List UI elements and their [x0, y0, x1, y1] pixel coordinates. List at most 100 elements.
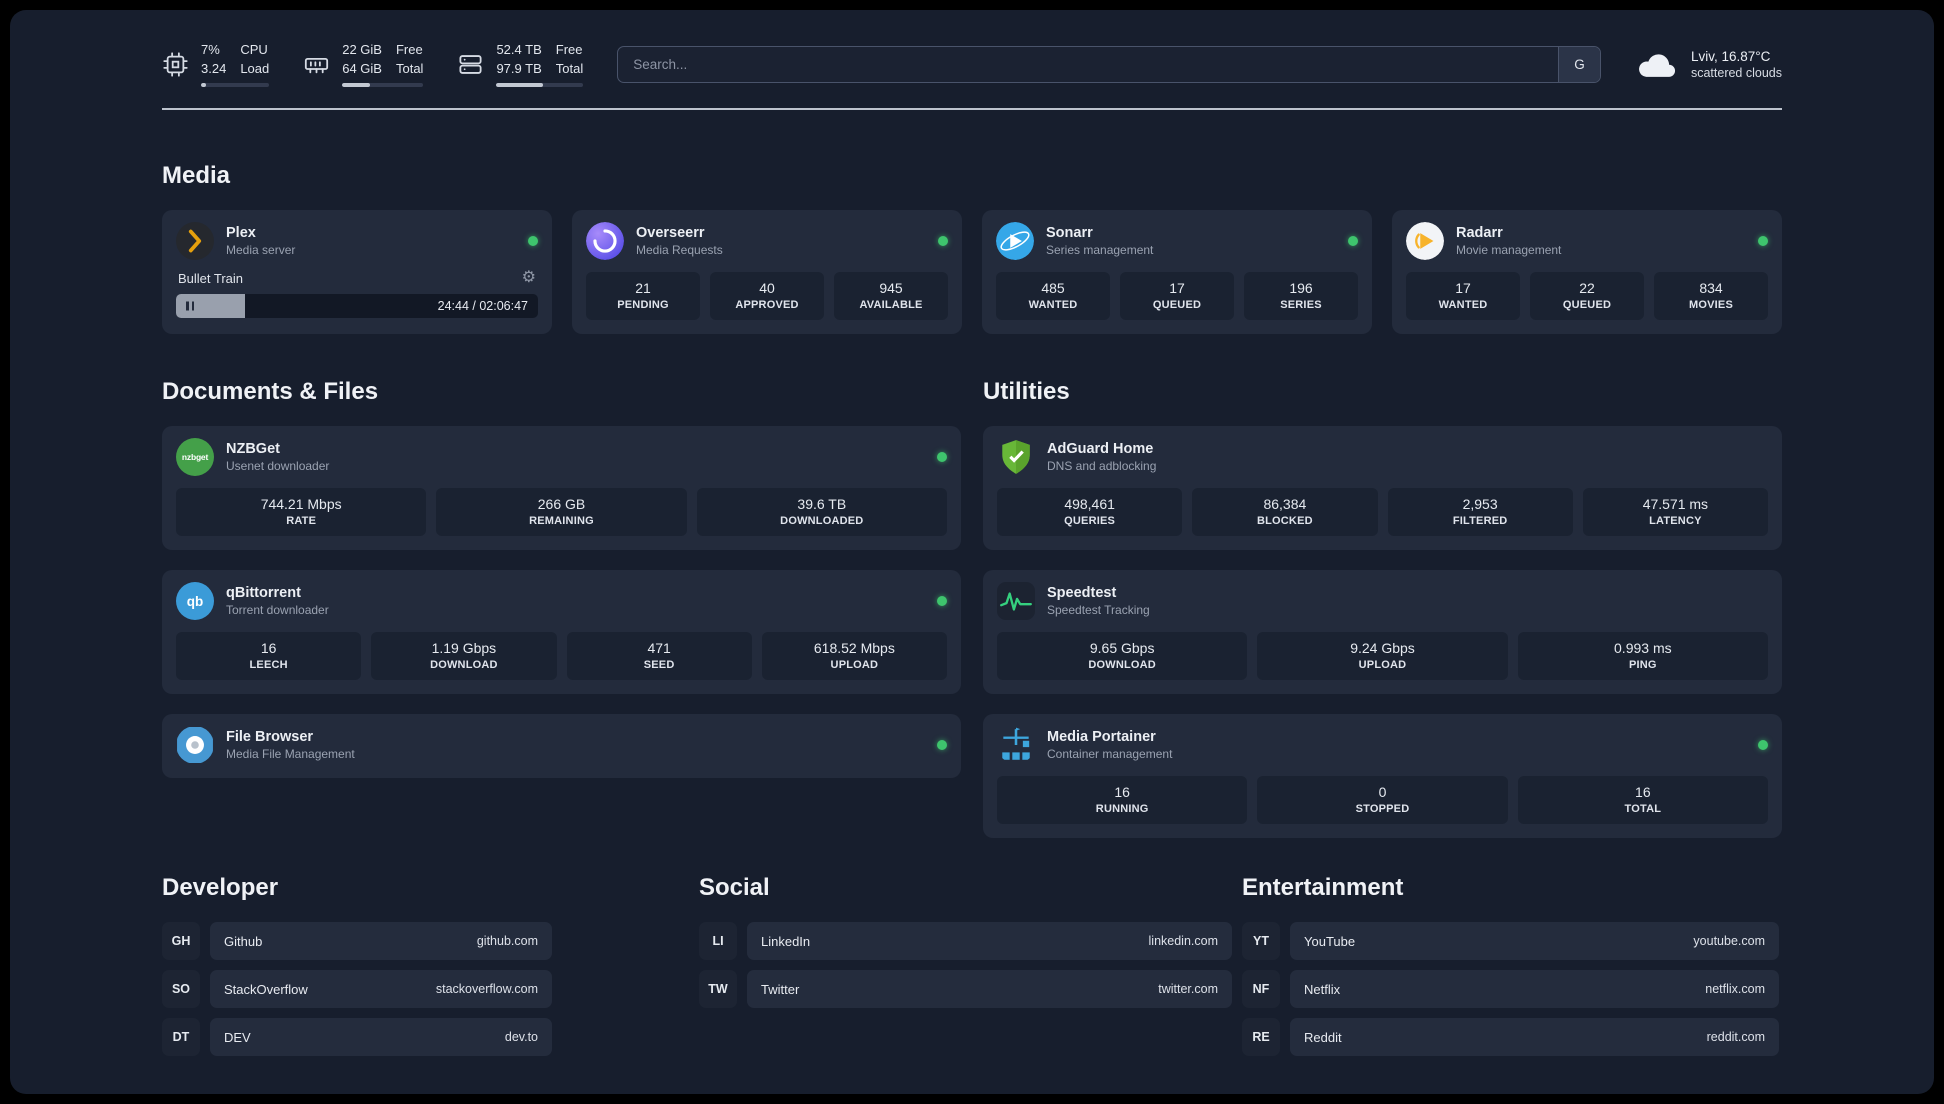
disk-free: 52.4 TB	[496, 42, 542, 58]
bookmark-youtube[interactable]: YT YouTube youtube.com	[1242, 922, 1779, 960]
stat-tile: 498,461 QUERIES	[997, 488, 1183, 536]
section-title-utilities: Utilities	[983, 378, 1070, 405]
stat-tile: 471 SEED	[566, 632, 752, 680]
bookmark-linkedin[interactable]: LI LinkedIn linkedin.com	[699, 922, 1232, 960]
app-subtitle: Speedtest Tracking	[1047, 603, 1150, 617]
settings-gear-icon[interactable]: ⚙	[522, 270, 536, 286]
stat-tile: 0 STOPPED	[1257, 776, 1508, 824]
app-subtitle: Usenet downloader	[226, 459, 330, 473]
section-title-entertainment: Entertainment	[1242, 874, 1404, 901]
stat-tile: 9.24 Gbps UPLOAD	[1257, 632, 1508, 680]
stat-tile: 22 QUEUED	[1530, 272, 1644, 320]
playback-time: 24:44 / 02:06:47	[437, 299, 528, 313]
app-card-portainer[interactable]: Media Portainer Container management 16 R…	[983, 714, 1782, 838]
stat-tile: 9.65 Gbps DOWNLOAD	[997, 632, 1248, 680]
now-playing-widget: Bullet Train ⚙ 24:44 / 02:06:47	[176, 270, 538, 318]
sonarr-icon	[996, 222, 1034, 260]
stat-tile: 21 PENDING	[586, 272, 700, 320]
pause-icon[interactable]	[186, 301, 194, 311]
status-dot	[937, 740, 947, 750]
app-subtitle: Media Requests	[636, 243, 723, 257]
bookmarks-social: Social LI LinkedIn linkedin.com TW Twitte…	[699, 874, 1232, 1018]
cloud-icon	[1635, 47, 1679, 81]
app-card-adguard[interactable]: AdGuard Home DNS and adblocking 498,461 Q…	[983, 426, 1782, 550]
bookmark-stackoverflow[interactable]: SO StackOverflow stackoverflow.com	[162, 970, 552, 1008]
app-subtitle: Series management	[1046, 243, 1154, 257]
screen: 7% 3.24 CPU Load 22 GiB 64 GiB Free Tota…	[0, 0, 1944, 1104]
bookmarks-entertainment: Entertainment YT YouTube youtube.com NF N…	[1242, 874, 1779, 1066]
netflix-icon: NF	[1242, 970, 1280, 1008]
status-dot	[528, 236, 538, 246]
app-name: Overseerr	[636, 225, 705, 241]
app-subtitle: Movie management	[1456, 243, 1562, 257]
app-name: Sonarr	[1046, 225, 1093, 241]
adguard-icon	[997, 438, 1035, 476]
bookmark-netflix[interactable]: NF Netflix netflix.com	[1242, 970, 1779, 1008]
cpu-icon	[162, 51, 189, 78]
app-card-filebrowser[interactable]: File Browser Media File Management	[162, 714, 961, 778]
app-card-nzbget[interactable]: nzbget NZBGet Usenet downloader 744.21 M…	[162, 426, 961, 550]
ram-total: 64 GiB	[342, 60, 382, 76]
cpu-usage-widget: 7% 3.24 CPU Load	[162, 41, 270, 87]
stat-tile: 834 MOVIES	[1654, 272, 1768, 320]
app-name: File Browser	[226, 729, 314, 745]
stat-tile: 1.19 Gbps DOWNLOAD	[371, 632, 557, 680]
app-card-sonarr[interactable]: Sonarr Series management 485 WANTED 17 QUE…	[982, 210, 1372, 334]
reddit-icon: RE	[1242, 1018, 1280, 1056]
search-bar: G	[617, 45, 1601, 83]
cpu-label2: Load	[240, 60, 270, 76]
search-input[interactable]	[618, 46, 1558, 82]
disk-usage-widget: 52.4 TB 97.9 TB Free Total	[457, 41, 584, 87]
search-engine-button[interactable]: G	[1557, 46, 1600, 82]
speedtest-icon	[997, 582, 1035, 620]
bookmark-twitter[interactable]: TW Twitter twitter.com	[699, 970, 1232, 1008]
disk-total: 97.9 TB	[496, 60, 542, 76]
stat-tile: 16 LEECH	[176, 632, 362, 680]
stat-tile: 86,384 BLOCKED	[1192, 488, 1378, 536]
qbittorrent-icon: qb	[176, 582, 214, 620]
status-dot	[1758, 236, 1768, 246]
app-subtitle: DNS and adblocking	[1047, 459, 1157, 473]
stat-tile: 618.52 Mbps UPLOAD	[761, 632, 947, 680]
app-subtitle: Torrent downloader	[226, 603, 329, 617]
stat-tile: 2,953 FILTERED	[1387, 488, 1573, 536]
section-title-social: Social	[699, 874, 770, 901]
app-card-plex[interactable]: Plex Media server Bullet Train ⚙ 24:44 /…	[162, 210, 552, 334]
bookmarks-area: Developer GH Github github.com SO StackOv…	[162, 874, 1782, 1066]
ram-label: Free	[395, 42, 423, 58]
overseerr-icon	[586, 222, 624, 260]
app-card-qbittorrent[interactable]: qb qBittorrent Torrent downloader 16 LEEC…	[162, 570, 961, 694]
app-name: AdGuard Home	[1047, 441, 1154, 457]
stat-tile: 744.21 Mbps RATE	[176, 488, 427, 536]
bookmark-reddit[interactable]: RE Reddit reddit.com	[1242, 1018, 1779, 1056]
playback-progress-bar[interactable]: 24:44 / 02:06:47	[176, 294, 538, 318]
bookmark-dev[interactable]: DT DEV dev.to	[162, 1018, 552, 1056]
status-dot	[938, 236, 948, 246]
youtube-icon: YT	[1242, 922, 1280, 960]
stat-tile: 266 GB REMAINING	[436, 488, 687, 536]
app-card-speedtest[interactable]: Speedtest Speedtest Tracking 9.65 Gbps DO…	[983, 570, 1782, 694]
app-name: Media Portainer	[1047, 729, 1156, 745]
stat-tile: 17 WANTED	[1406, 272, 1520, 320]
plex-icon	[176, 222, 214, 260]
app-name: Plex	[226, 225, 256, 241]
stat-tile: 16 RUNNING	[997, 776, 1248, 824]
nzbget-icon: nzbget	[176, 438, 214, 476]
ram-label2: Total	[395, 60, 424, 76]
status-dot	[1348, 236, 1358, 246]
status-dot	[937, 452, 947, 462]
app-name: Speedtest	[1047, 585, 1117, 601]
stat-tile: 47.571 ms LATENCY	[1582, 488, 1768, 536]
section-title-documents: Documents & Files	[162, 378, 379, 405]
weather-location: Lviv, 16.87°C	[1690, 48, 1771, 64]
section-title-media: Media	[162, 162, 231, 189]
utilities-column: Utilities AdGuard Home DNS and adblockin…	[983, 334, 1782, 838]
status-dot	[1758, 740, 1768, 750]
app-card-overseerr[interactable]: Overseerr Media Requests 21 PENDING 40 APP…	[572, 210, 962, 334]
app-card-radarr[interactable]: Radarr Movie management 17 WANTED 22 QUEUE…	[1392, 210, 1782, 334]
stat-tile: 17 QUEUED	[1120, 272, 1234, 320]
ram-usage-widget: 22 GiB 64 GiB Free Total	[303, 41, 424, 87]
app-subtitle: Media server	[226, 243, 296, 257]
disk-progress	[496, 82, 584, 87]
bookmark-github[interactable]: GH Github github.com	[162, 922, 552, 960]
